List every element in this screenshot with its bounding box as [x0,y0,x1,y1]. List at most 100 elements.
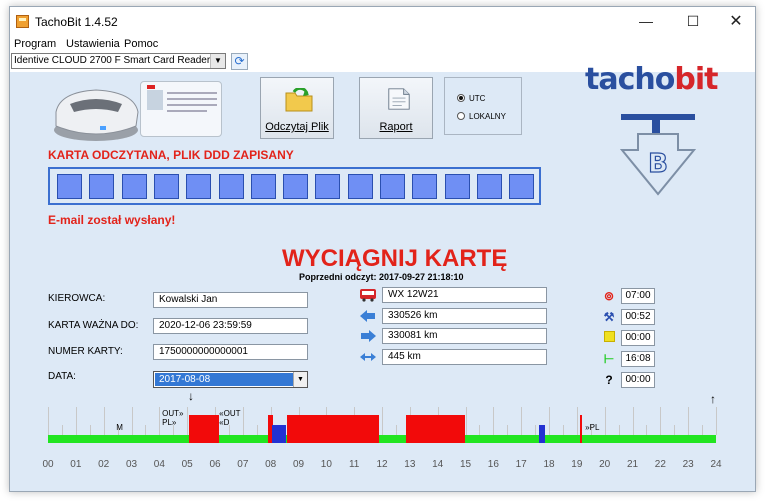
truck-icon [360,289,376,302]
steering-wheel-icon: ⊚ [603,289,615,303]
document-icon [388,88,410,110]
timeline-marker: OUT» PL» [162,409,184,427]
read-file-label: Odczytaj Plik [265,121,329,133]
radio-local[interactable] [457,112,465,120]
svg-text:B: B [648,149,668,179]
hour-label: 11 [348,459,360,470]
timeline-tick [395,425,397,435]
work-block [272,425,286,443]
hour-label: 14 [432,459,444,470]
progress-cell [89,174,115,199]
folder-icon [285,88,313,112]
hour-label: 05 [181,459,193,470]
progress-cell [476,174,502,199]
timeline-tick [562,425,564,435]
timeline-tick [604,407,606,435]
progress-cell [218,174,244,199]
driving-block [579,415,583,443]
hour-label: 04 [153,459,165,470]
reader-select[interactable]: Identive CLOUD 2700 F Smart Card Reader … [11,53,226,69]
progress-cell [315,174,341,199]
hour-label: 12 [376,459,388,470]
timezone-group: UTC LOKALNY [444,77,522,135]
timeline-tick [549,407,550,435]
driver-name-field: Kowalski Jan [153,292,308,308]
driving-time-field: 07:00 [621,288,655,304]
hour-label: 10 [320,459,332,470]
radio-utc[interactable] [457,94,465,102]
read-file-button[interactable]: Odczytaj Plik [260,77,334,139]
download-arrow-logo-icon: B [619,114,697,196]
distance-field: 445 km [382,349,547,365]
driving-block [287,415,332,443]
menu-settings[interactable]: Ustawienia [66,38,120,50]
hour-label: 07 [237,459,249,470]
chevron-down-icon[interactable]: ▼ [293,372,307,387]
card-photo [147,90,163,110]
progress-cell [57,174,82,199]
hour-label: 17 [515,459,527,470]
timeline-tick [632,407,634,435]
card-valid-label: KARTA WAŻNA DO: [48,320,139,331]
timeline-tick [716,407,717,435]
timeline-marker: M [116,423,123,432]
timeline-tick [382,407,383,435]
hour-label: 06 [209,459,221,470]
hour-label: 08 [265,459,277,470]
activity-timeline: M OUT» PL» «OUT «D »PL [48,399,718,447]
chevron-down-icon[interactable]: ▼ [210,54,225,68]
minimize-button[interactable]: — [624,7,668,36]
timeline-tick [660,407,662,435]
tachobit-logo: tachobit [585,62,747,102]
hour-label: 20 [599,459,611,470]
hour-label: 01 [70,459,82,470]
utc-radio-option[interactable]: UTC [457,94,485,103]
close-button[interactable]: ✕ [714,7,755,36]
timeline-tick [688,407,690,435]
vehicle-plate-field: WX 12W21 [382,287,547,303]
app-window: TachoBit 1.4.52 — ☐ ✕ Program Ustawienia… [9,6,756,492]
unknown-icon: ? [605,373,613,387]
remove-card-headline: WYCIĄGNIJ KARTĘ [282,245,508,272]
reader-select-value: Identive CLOUD 2700 F Smart Card Reader … [14,55,219,66]
timeline-tick [507,425,509,435]
work-block [539,425,545,443]
timeline-tick [521,407,523,435]
timeline-tick [242,407,244,435]
utc-label: UTC [469,94,486,103]
menu-program[interactable]: Program [14,38,56,50]
local-radio-option[interactable]: LOKALNY [457,112,506,121]
menu-help[interactable]: Pomoc [124,38,158,50]
driving-block [188,415,220,443]
work-hammers-icon: ⚒ [603,310,615,324]
timeline-tick [493,407,495,435]
card-number-label: NUMER KARTY: [48,346,123,357]
progress-cell [347,174,373,199]
card-reader-icon [54,89,139,141]
timeline-tick [702,425,704,435]
arrow-right-icon [361,330,376,342]
arrow-left-icon [360,310,375,322]
timeline-tick [159,407,161,435]
hour-label: 18 [543,459,555,470]
unknown-time-field: 00:00 [621,372,655,388]
date-select[interactable]: 2017-08-08 ▼ [153,371,308,388]
hour-label: 21 [626,459,639,470]
rest-bar [48,435,716,443]
timeline-tick [479,425,481,435]
refresh-icon[interactable]: ⟳ [231,53,248,70]
hour-label: 23 [682,459,694,470]
hour-label: 16 [487,459,499,470]
report-button[interactable]: Raport [359,77,433,139]
timeline-tick [145,425,147,435]
driver-card-image [140,81,222,137]
timeline-tick [131,407,133,435]
timeline-tick [576,407,578,435]
report-label: Raport [379,121,413,133]
availability-icon [602,331,616,345]
hour-label: 15 [459,459,472,470]
hour-label: 22 [654,459,666,470]
progress-bar [48,167,541,205]
timeline-tick [646,425,648,435]
maximize-button[interactable]: ☐ [671,7,715,36]
